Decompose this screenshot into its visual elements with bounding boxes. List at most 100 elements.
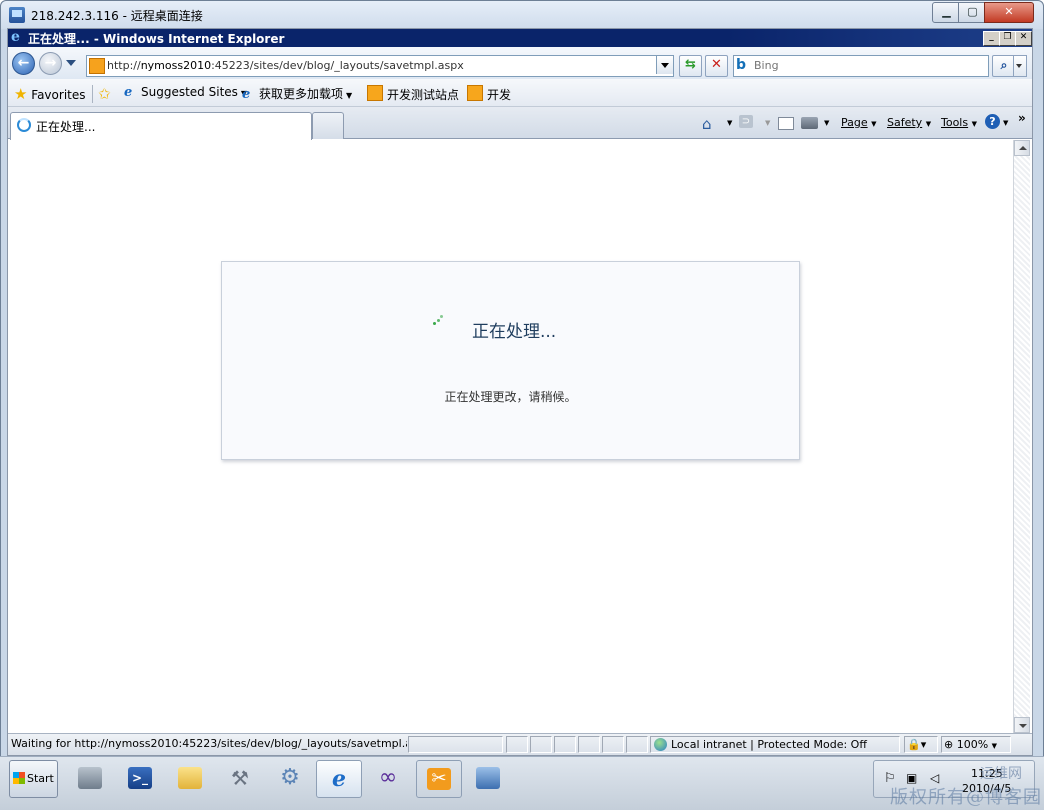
safety-menu-label: Safety [887, 116, 923, 129]
rdp-maximize-button[interactable]: ▢ [958, 2, 987, 23]
stop-button[interactable]: ✕ [705, 55, 728, 77]
tools-menu[interactable]: Tools ▼ [941, 116, 977, 129]
windows-flag-icon [13, 772, 25, 784]
favorites-separator [92, 85, 93, 103]
url-scheme: http:// [107, 59, 141, 72]
folder-icon [178, 767, 202, 789]
dev-test-site-link[interactable]: 开发测试站点 [367, 85, 459, 103]
address-bar[interactable]: http://nymoss2010:45223/sites/dev/blog/_… [86, 55, 674, 77]
intranet-globe-icon [654, 738, 667, 751]
ie-minimize-button[interactable]: _ [983, 31, 1000, 46]
favorites-button[interactable]: ★ Favorites [14, 85, 86, 103]
network-server-icon [476, 767, 500, 789]
security-zone[interactable]: Local intranet | Protected Mode: Off [650, 736, 900, 753]
page-favicon-icon [89, 58, 105, 74]
forward-button[interactable]: → [39, 52, 62, 75]
help-dropdown-icon[interactable]: ▼ [1003, 119, 1008, 127]
status-text: Waiting for http://nymoss2010:45223/site… [11, 737, 407, 750]
get-addons-label: 获取更多加载项 [259, 87, 344, 101]
navigation-bar: ← → http://nymoss2010:45223/sites/dev/bl… [8, 47, 1032, 79]
search-input[interactable] [754, 58, 979, 72]
watermark-brand: 运维网 [980, 766, 1022, 782]
chevron-down-icon: ▼ [346, 91, 353, 100]
taskbar-network[interactable] [466, 760, 510, 796]
read-mail-icon[interactable] [778, 117, 794, 130]
protected-mode-icon[interactable]: 🔒▾ [904, 736, 938, 753]
powershell-icon: >_ [128, 767, 152, 789]
recent-pages-dropdown-icon[interactable] [66, 60, 76, 66]
status-pane [626, 736, 648, 753]
chevron-down-icon: ▼ [925, 120, 932, 128]
taskbar-explorer[interactable] [168, 760, 212, 796]
taskbar-server-manager[interactable] [68, 760, 112, 796]
home-icon[interactable]: ⌂ [702, 115, 718, 133]
more-commands-icon[interactable]: » [1018, 111, 1026, 125]
search-options-dropdown-icon[interactable] [1013, 55, 1027, 77]
ie-close-button[interactable]: ✕ [1015, 31, 1032, 46]
chevron-down-icon: ▼ [871, 120, 877, 128]
zoom-control[interactable]: ⊕ 100% ▼ [941, 736, 1011, 753]
ie-title-bar[interactable]: e 正在处理... - Windows Internet Explorer _ … [8, 29, 1032, 47]
rdp-close-button[interactable]: ✕ [984, 2, 1034, 23]
zoom-level: 100% [956, 738, 989, 751]
help-icon[interactable]: ? [985, 114, 1000, 129]
add-favorite-star-icon: ✩ [98, 85, 111, 103]
status-pane [554, 736, 576, 753]
favorites-label: Favorites [31, 88, 86, 102]
start-label: Start [27, 772, 54, 785]
dialog-message: 正在处理更改，请稍候。 [444, 390, 577, 404]
address-dropdown-icon[interactable] [656, 56, 673, 74]
new-tab-button[interactable] [312, 112, 344, 139]
suggested-sites-link[interactable]: e Suggested Sites ▼ [124, 85, 247, 99]
progress-pane [408, 736, 503, 753]
visual-studio-icon: ∞ [378, 765, 398, 790]
print-dropdown-icon[interactable]: ▼ [824, 119, 829, 127]
tools-menu-label: Tools [941, 116, 969, 129]
rdp-minimize-button[interactable]: ▁ [932, 2, 961, 23]
favorites-bar: ★ Favorites ✩ e Suggested Sites ▼ e 获取更多加载项… [8, 79, 1032, 107]
taskbar-visual-studio[interactable]: ∞ [366, 760, 410, 796]
taskbar-internet-explorer[interactable]: e [316, 760, 362, 798]
page-menu[interactable]: Page ▼ [841, 116, 877, 129]
page-menu-label: Page [841, 116, 868, 129]
suggested-sites-label: Suggested Sites [141, 85, 238, 99]
gear-icon: ⚙ [280, 765, 300, 790]
get-addons-link[interactable]: e 获取更多加载项 ▼ [242, 85, 352, 102]
vertical-scrollbar[interactable] [1013, 140, 1030, 733]
tools-icon: ⚒ [231, 766, 249, 790]
search-box[interactable]: b [733, 55, 989, 77]
back-button[interactable]: ← [12, 52, 35, 75]
add-to-favorites-button[interactable]: ✩ [98, 85, 111, 103]
dev-site-link[interactable]: 开发 [467, 85, 511, 103]
status-bar: Waiting for http://nymoss2010:45223/site… [8, 733, 1032, 755]
scroll-down-arrow-icon[interactable] [1014, 717, 1030, 733]
rdp-title-bar[interactable]: 218.242.3.116 - 远程桌面连接 ▁ ▢ ✕ [1, 1, 1043, 29]
taskbar-powershell[interactable]: >_ [118, 760, 162, 796]
ie-window: e 正在处理... - Windows Internet Explorer _ … [7, 28, 1033, 756]
home-dropdown-icon[interactable]: ▼ [727, 119, 732, 127]
favorites-star-icon: ★ [14, 85, 28, 103]
scroll-up-arrow-icon[interactable] [1014, 140, 1030, 156]
taskbar-sharepoint-designer[interactable]: ✂ [416, 760, 462, 798]
safety-menu[interactable]: Safety ▼ [887, 116, 931, 129]
tab-processing[interactable]: 正在处理... [10, 112, 312, 140]
ie-page-icon: e [124, 85, 133, 100]
start-button[interactable]: Start [9, 760, 58, 798]
watermark-text: 版权所有@博客园 [890, 787, 1042, 808]
internet-explorer-icon: e [332, 766, 346, 792]
chevron-down-icon: ▼ [991, 742, 998, 750]
feeds-dropdown-icon[interactable]: ▼ [765, 119, 770, 127]
feeds-icon[interactable]: ⊃ [739, 115, 753, 128]
refresh-button[interactable]: ⇆ [679, 55, 702, 77]
windows-taskbar: Start >_ ⚒ ⚙ e ∞ ✂ ⚐ ▣ ◁ 11:25 2010/4/5 … [0, 756, 1044, 810]
dev-site-label: 开发 [487, 88, 512, 102]
status-pane [602, 736, 624, 753]
ie-logo-icon: e [11, 29, 20, 45]
ie-restore-button[interactable]: ❐ [999, 31, 1016, 46]
address-url[interactable]: http://nymoss2010:45223/sites/dev/blog/_… [107, 59, 464, 72]
dev-test-site-label: 开发测试站点 [387, 88, 460, 102]
print-icon[interactable] [801, 117, 818, 129]
taskbar-admin-tools[interactable]: ⚒ [218, 760, 262, 796]
taskbar-settings[interactable]: ⚙ [268, 760, 312, 796]
ie-page-icon: e [242, 87, 251, 102]
